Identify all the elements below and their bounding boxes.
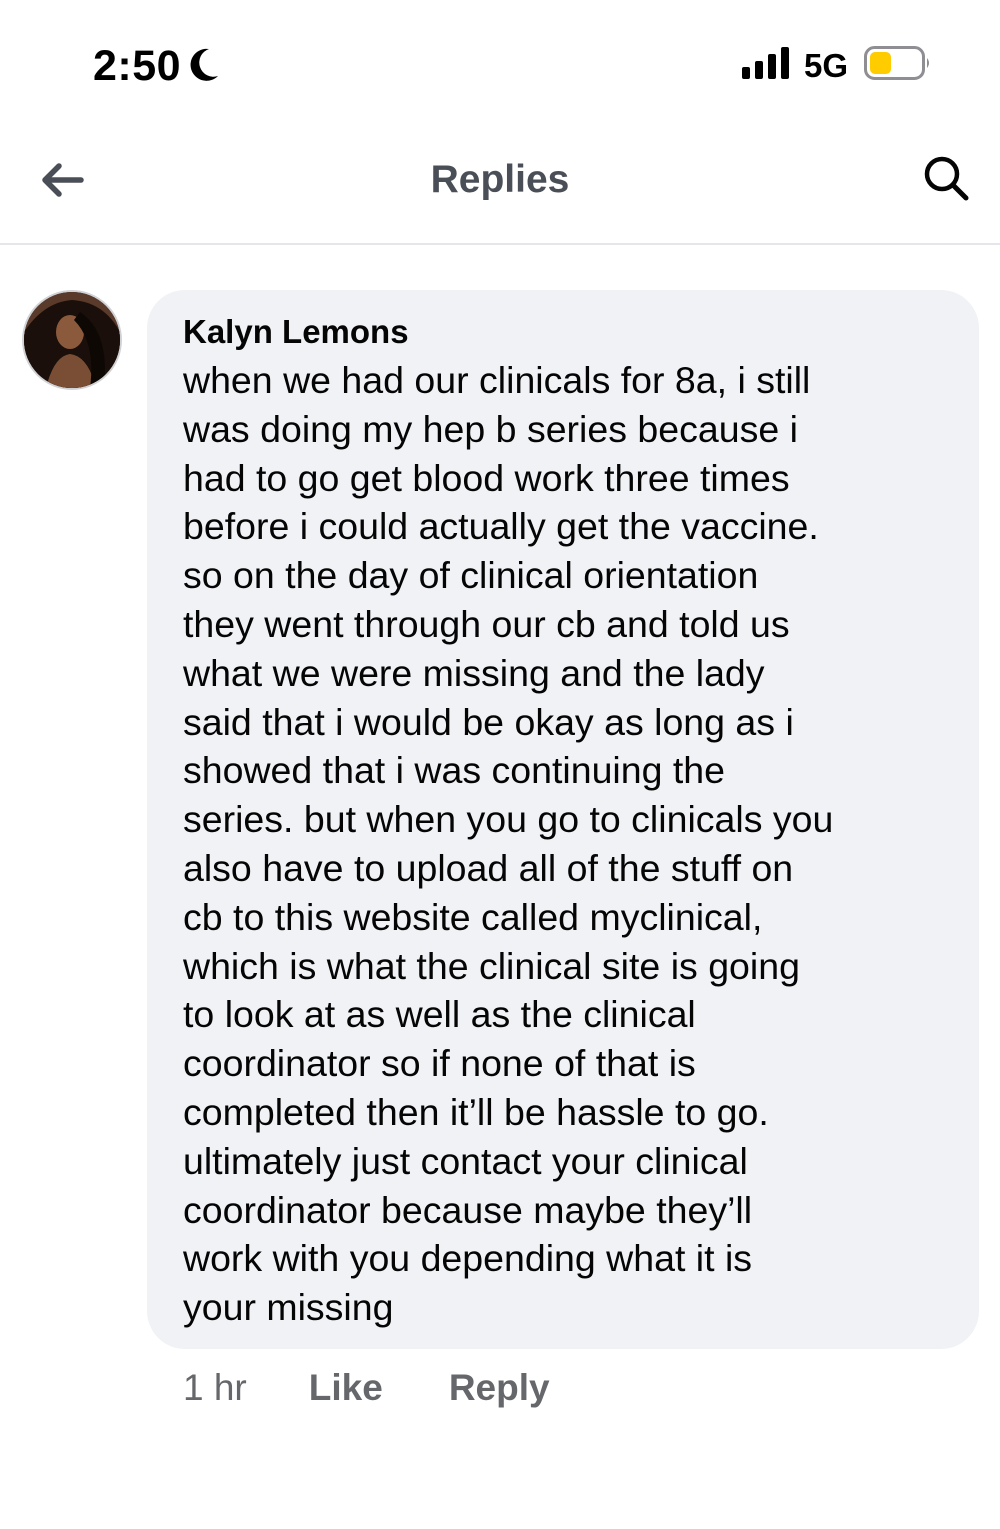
search-button[interactable] — [920, 154, 972, 206]
comment-line: coordinator so if none of that is — [183, 1042, 696, 1085]
comment-line: said that i would be okay as long as i — [183, 700, 794, 743]
reply-button[interactable]: Reply — [449, 1367, 550, 1409]
battery-icon — [864, 46, 932, 85]
comment-line: when we had our clinicals for 8a, i stil… — [183, 359, 811, 401]
moon-icon — [187, 46, 221, 89]
network-type: 5G — [803, 46, 848, 84]
comment-line: ultimately just contact your clinical — [183, 1139, 748, 1182]
page-title: Replies — [430, 158, 570, 201]
avatar[interactable] — [22, 290, 122, 390]
comment-line: was doing my hep b series because i — [183, 407, 798, 450]
comment-line: to look at as well as the clinical — [183, 993, 696, 1036]
comment-line: showed that i was continuing the — [183, 749, 726, 792]
comment-line: what we were missing and the lady — [183, 651, 765, 694]
comment-timestamp[interactable]: 1 hr — [183, 1367, 247, 1409]
signal-bars-icon — [741, 47, 792, 84]
comment-actions: 1 hr Like Reply — [183, 1367, 550, 1409]
comment-line: so on the day of clinical orientation — [183, 554, 759, 597]
comment-line: series. but when you go to clinicals you — [183, 798, 834, 841]
status-time: 2:50 — [93, 42, 182, 90]
search-icon — [922, 154, 970, 207]
comment-line: they went through our cb and told us — [183, 602, 790, 645]
comment-line: coordinator because maybe they’ll — [183, 1188, 753, 1231]
status-time-group: 2:50 — [93, 42, 221, 91]
status-bar: 2:50 5G — [0, 0, 1000, 130]
comment-text: when we had our clinicals for 8a, i stil… — [183, 356, 949, 1332]
comment-line: cb to this website called myclinical, — [183, 895, 763, 938]
comment-line: work with you depending what it is — [183, 1237, 753, 1280]
comment-line: completed then it’ll be hassle to go. — [183, 1090, 769, 1133]
comment-author[interactable]: Kalyn Lemons — [183, 312, 949, 352]
nav-bar: Replies — [0, 130, 1000, 245]
comment-line: also have to upload all of the stuff on — [183, 846, 794, 889]
comment-line: your missing — [183, 1286, 394, 1329]
comment-line: had to go get blood work three times — [183, 456, 790, 499]
comment-bubble: Kalyn Lemons when we had our clinicals f… — [147, 290, 979, 1349]
like-button[interactable]: Like — [309, 1367, 383, 1409]
status-indicators: 5G — [741, 46, 932, 85]
comment-line: which is what the clinical site is going — [183, 944, 800, 987]
comment-line: before i could actually get the vaccine. — [183, 505, 819, 548]
